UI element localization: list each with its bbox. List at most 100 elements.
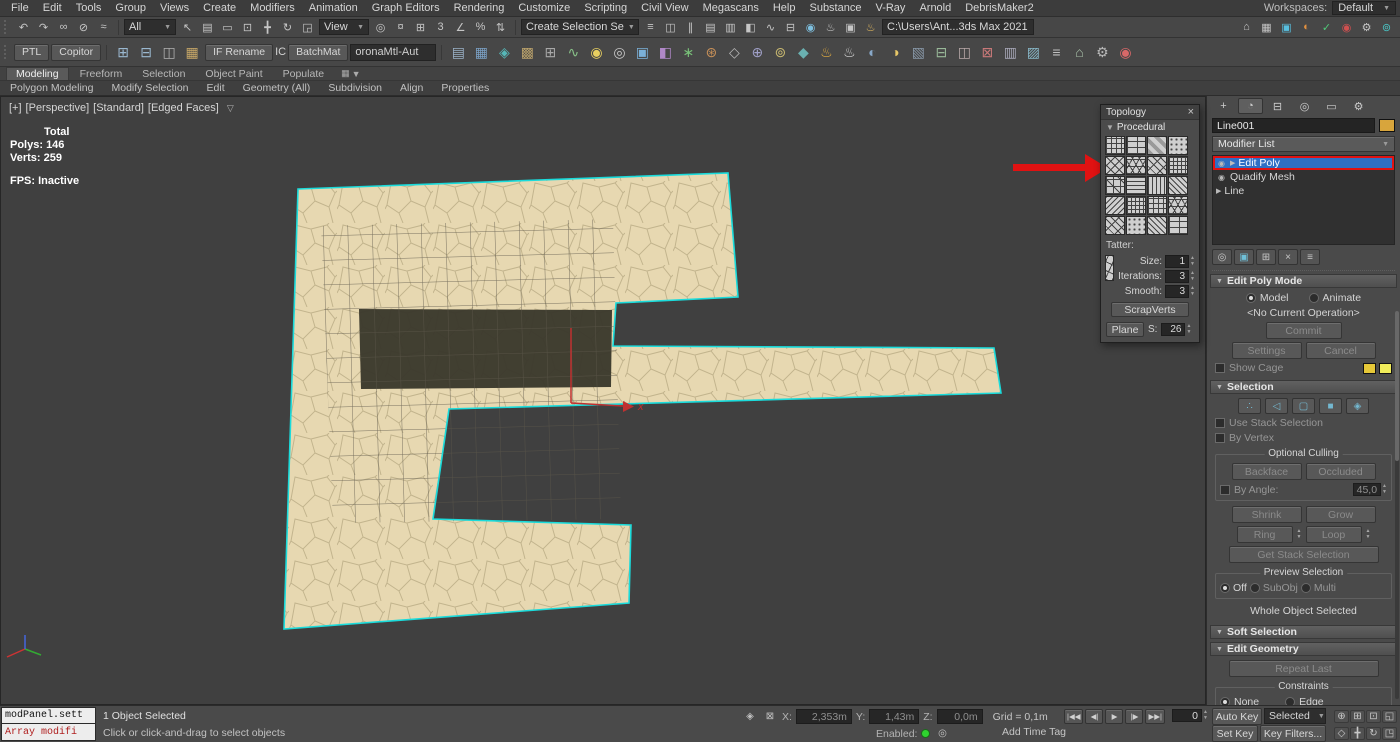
chevron-down-icon[interactable]: ▼ bbox=[352, 69, 361, 79]
corona-converter-icon[interactable]: ♨ bbox=[815, 41, 837, 63]
pivot-tools-icon[interactable]: ⊕ bbox=[746, 41, 768, 63]
polygon-icon[interactable]: ■ bbox=[1319, 398, 1342, 414]
pattern-chevron[interactable] bbox=[1147, 216, 1167, 235]
spinner-arrows[interactable]: ▲▼ bbox=[1189, 256, 1195, 267]
rollout-header[interactable]: ▼Selection bbox=[1210, 380, 1397, 394]
merge-tool-icon[interactable]: ◫ bbox=[158, 41, 180, 63]
project-folder-icon[interactable]: ⌂ bbox=[1237, 19, 1256, 36]
detach-tools-icon[interactable]: ◫ bbox=[953, 41, 975, 63]
menu-item[interactable]: Scripting bbox=[577, 2, 634, 14]
pattern-dots[interactable] bbox=[1168, 136, 1188, 155]
repeat-last-button[interactable]: Repeat Last bbox=[1229, 660, 1379, 677]
spline-tools-icon[interactable]: ∿ bbox=[562, 41, 584, 63]
rendered-frame-icon[interactable]: ▣ bbox=[841, 19, 860, 36]
zoom-extents-icon[interactable]: ⊡ bbox=[1366, 710, 1381, 723]
size-field[interactable]: 1 bbox=[1165, 255, 1189, 268]
utilities-tab-icon[interactable]: ⚙ bbox=[1346, 98, 1371, 114]
ribbon-panel-label[interactable]: Edit bbox=[207, 82, 225, 94]
menu-item[interactable]: Substance bbox=[802, 2, 868, 14]
cancel-button[interactable]: Cancel bbox=[1306, 342, 1376, 359]
animate-radio[interactable] bbox=[1309, 293, 1319, 303]
render-setup-icon[interactable]: ♨ bbox=[821, 19, 840, 36]
scene-explorer-icon[interactable]: ▤ bbox=[701, 19, 720, 36]
occluded-button[interactable]: Occluded bbox=[1306, 463, 1376, 480]
array-tools-icon[interactable]: ▨ bbox=[1022, 41, 1044, 63]
ring-button[interactable]: Ring bbox=[1237, 526, 1293, 543]
select-and-move-icon[interactable]: ╋ bbox=[258, 19, 277, 36]
if-rename-button[interactable]: IF Rename bbox=[205, 44, 273, 61]
display-tab-icon[interactable]: ▭ bbox=[1319, 98, 1344, 114]
physical-camera-icon[interactable]: ◐ bbox=[861, 41, 883, 63]
menu-item[interactable]: Animation bbox=[302, 2, 365, 14]
viewport-header-segment[interactable]: [Edged Faces] bbox=[148, 102, 219, 114]
go-to-start-icon[interactable]: |◀◀ bbox=[1064, 709, 1083, 724]
hdri-browser-icon[interactable]: ▧ bbox=[907, 41, 929, 63]
unlink-selection-icon[interactable]: ⊘ bbox=[74, 19, 93, 36]
uv-tools-icon[interactable]: ▩ bbox=[516, 41, 538, 63]
pattern-mosaic[interactable] bbox=[1126, 196, 1146, 215]
scene-explorer-plugin-icon[interactable]: ▤ bbox=[447, 41, 469, 63]
menu-item[interactable]: File bbox=[4, 2, 36, 14]
ribbon-panel-label[interactable]: Geometry (All) bbox=[243, 82, 311, 94]
pattern-tiles[interactable] bbox=[1147, 196, 1167, 215]
listener-line[interactable]: modPanel.sett bbox=[1, 707, 96, 724]
spinner-arrows[interactable]: ▲▼ bbox=[1381, 484, 1387, 495]
make-unique-icon[interactable]: ⊞ bbox=[1256, 249, 1276, 265]
align-icon[interactable]: ∥ bbox=[681, 19, 700, 36]
pattern-checker[interactable] bbox=[1147, 136, 1167, 155]
create-tab-icon[interactable]: + bbox=[1211, 98, 1236, 114]
pattern-braid[interactable] bbox=[1105, 216, 1125, 235]
iterations-field[interactable]: 3 bbox=[1165, 270, 1189, 283]
use-stack-selection-checkbox[interactable] bbox=[1215, 418, 1225, 428]
shrink-button[interactable]: Shrink bbox=[1232, 506, 1302, 523]
curve-editor-icon[interactable]: ∿ bbox=[761, 19, 780, 36]
copitor-button[interactable]: Copitor bbox=[51, 44, 101, 61]
scene-script-icon[interactable]: ▦ bbox=[1257, 19, 1276, 36]
viewport[interactable]: x [+][Perspective][Standard][Edged Faces… bbox=[0, 96, 1206, 705]
modifier-list-dropdown[interactable]: Modifier List▼ bbox=[1212, 136, 1395, 152]
cage-selected-color-swatch[interactable] bbox=[1379, 363, 1392, 374]
cleaner-icon[interactable]: ⊛ bbox=[700, 41, 722, 63]
zoom-extents-all-icon[interactable]: ◱ bbox=[1382, 710, 1397, 723]
visibility-eye-icon[interactable]: ◉ bbox=[1216, 173, 1227, 182]
cage-color-swatch[interactable] bbox=[1363, 363, 1376, 374]
ribbon-panel-label[interactable]: Properties bbox=[441, 82, 489, 94]
measure-icon[interactable]: ◇ bbox=[723, 41, 745, 63]
orbit-icon[interactable]: ↻ bbox=[1366, 727, 1381, 740]
spinner-arrows[interactable]: ▲▼ bbox=[1189, 271, 1195, 282]
key-mode-dropdown[interactable]: Selected▼ bbox=[1264, 708, 1326, 724]
menu-item[interactable]: Graph Editors bbox=[365, 2, 447, 14]
window-crossing-icon[interactable]: ⊡ bbox=[238, 19, 257, 36]
tatter-pattern-thumb[interactable] bbox=[1105, 255, 1114, 281]
get-stack-selection-button[interactable]: Get Stack Selection bbox=[1229, 546, 1379, 563]
ribbon-tab[interactable]: Selection bbox=[133, 67, 194, 80]
isolate-selection-icon[interactable]: ◈ bbox=[742, 709, 758, 724]
menu-item[interactable]: Modifiers bbox=[243, 2, 302, 14]
ptl-button[interactable]: PTL bbox=[14, 44, 49, 61]
s-field[interactable]: 26 bbox=[1161, 323, 1185, 336]
batch-icon[interactable]: ▦ bbox=[181, 41, 203, 63]
select-and-link-icon[interactable]: ∞ bbox=[54, 19, 73, 36]
project-path-dropdown[interactable]: C:\Users\Ant...3ds Max 2021▼ bbox=[882, 19, 1034, 35]
pan-icon[interactable]: ╋ bbox=[1350, 727, 1365, 740]
preview-subobj-radio[interactable] bbox=[1250, 583, 1260, 593]
add-time-tag-button[interactable]: Add Time Tag bbox=[1002, 726, 1066, 738]
select-and-scale-icon[interactable]: ◲ bbox=[298, 19, 317, 36]
paste-objects-icon[interactable]: ⊟ bbox=[135, 41, 157, 63]
menu-item[interactable]: Create bbox=[196, 2, 243, 14]
settings-gear-icon[interactable]: ⚙ bbox=[1357, 19, 1376, 36]
command-panel-scrollbar[interactable] bbox=[1395, 311, 1399, 699]
viewport-header-segment[interactable]: [Standard] bbox=[93, 102, 144, 114]
modify-tab-icon[interactable]: ◔ bbox=[1238, 98, 1263, 114]
copy-paste-icon[interactable]: ⊞ bbox=[112, 41, 134, 63]
grow-button[interactable]: Grow bbox=[1306, 506, 1376, 523]
show-cage-checkbox[interactable] bbox=[1215, 363, 1225, 373]
spinner-arrows[interactable]: ▲▼ bbox=[1185, 324, 1191, 335]
viewport-canvas[interactable]: x bbox=[1, 97, 1207, 706]
vray-teapot-icon[interactable]: ♨ bbox=[838, 41, 860, 63]
loop-spinner[interactable]: ▲▼ bbox=[1366, 529, 1371, 540]
scene-security-icon[interactable]: ⊚ bbox=[1377, 19, 1396, 36]
key-filters-button[interactable]: Key Filters... bbox=[1260, 725, 1326, 742]
maximize-viewport-icon[interactable]: ◳ bbox=[1382, 727, 1397, 740]
zoom-all-icon[interactable]: ⊞ bbox=[1350, 710, 1365, 723]
